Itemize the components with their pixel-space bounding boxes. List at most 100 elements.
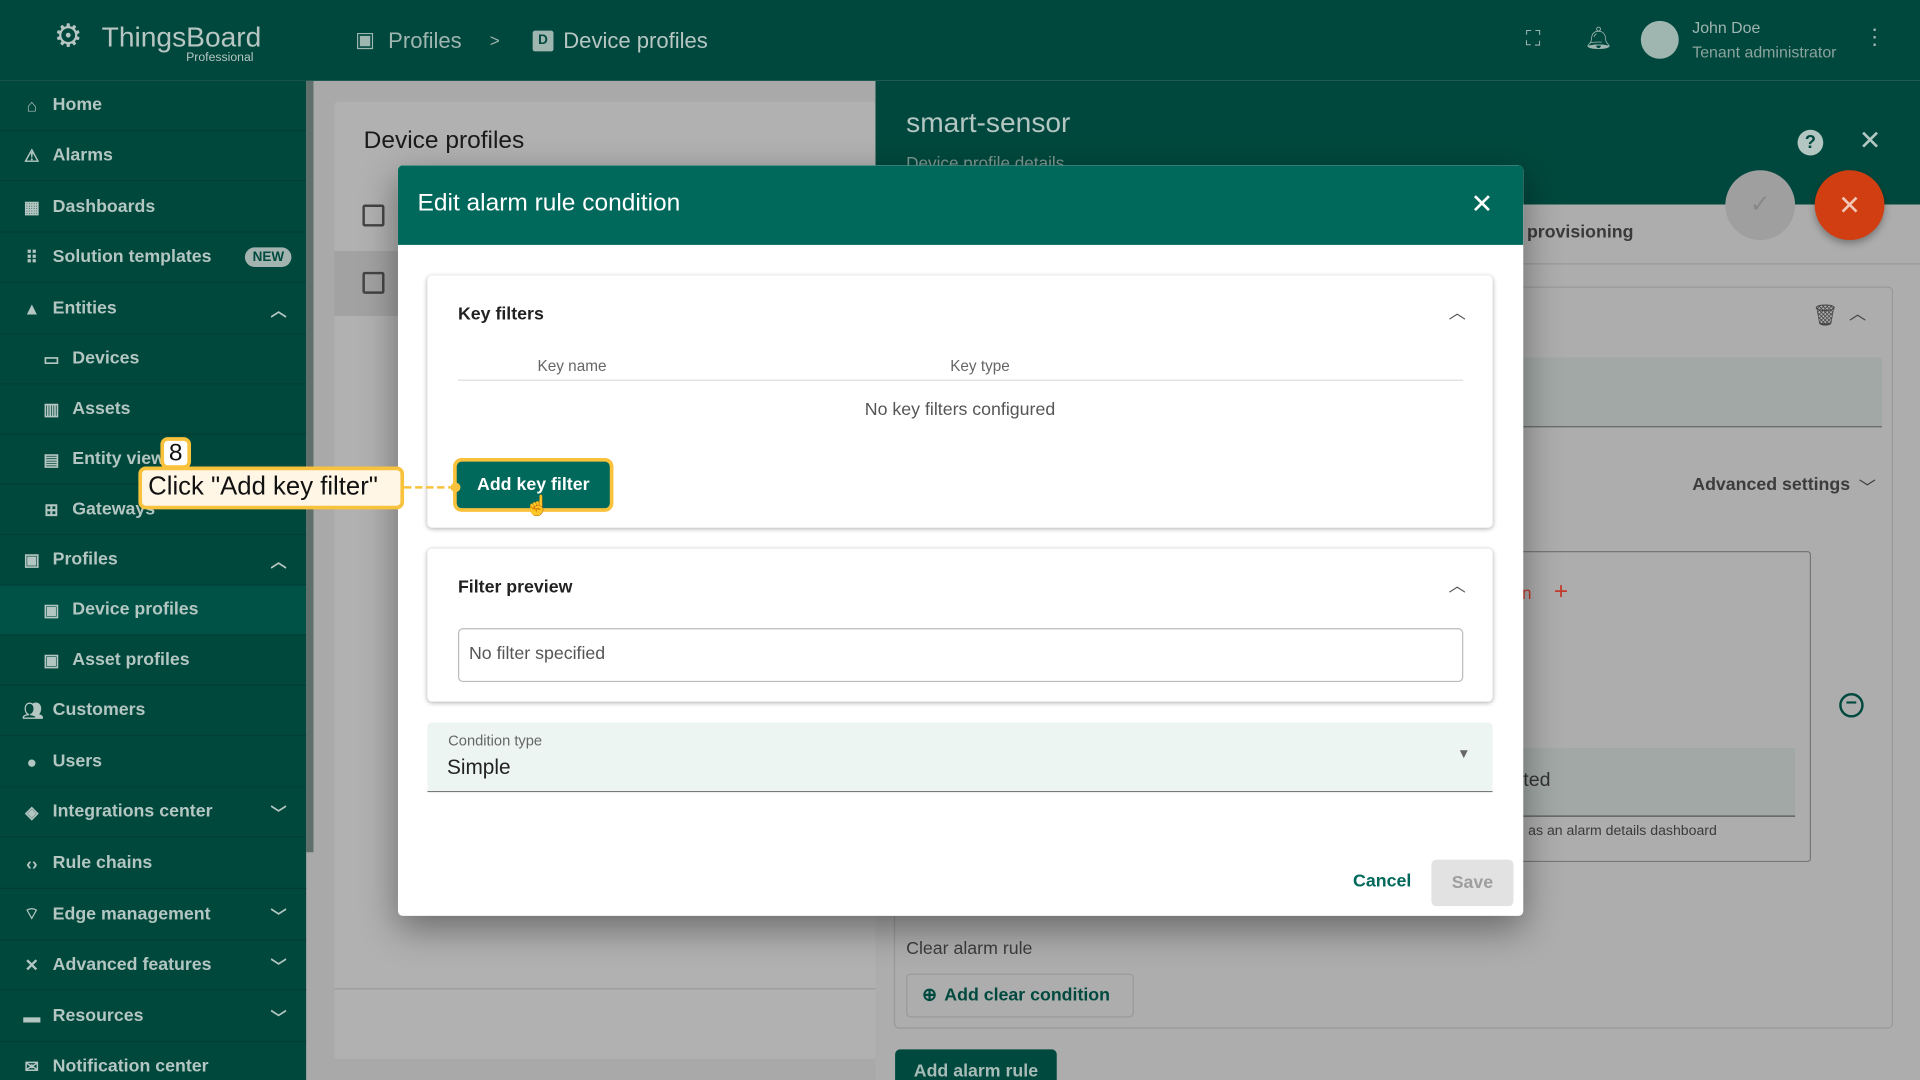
top-bar: ⚙ ThingsBoard Professional ▣ Profiles > …: [0, 0, 1920, 81]
chevron-up-icon[interactable]: ︿: [1849, 301, 1866, 325]
assets-icon: ▥: [43, 398, 60, 419]
chevron-down-icon: ﹀: [270, 906, 287, 926]
cancel-button[interactable]: Cancel: [1353, 872, 1411, 892]
add-alarm-rule-button[interactable]: Add alarm rule: [895, 1049, 1057, 1080]
chevron-down-icon: ﹀: [270, 1008, 287, 1027]
alarm-type-field[interactable]: [1518, 357, 1883, 428]
dashboard-field[interactable]: ted: [1518, 748, 1796, 817]
step-number-badge: 8: [160, 437, 192, 469]
sidebar-item-label: Notification center: [52, 1056, 209, 1077]
sidebar-item-users[interactable]: ● Users: [0, 737, 307, 788]
user-role: Tenant administrator: [1692, 42, 1837, 62]
key-filters-title: Key filters: [457, 304, 544, 325]
breadcrumb-profiles[interactable]: Profiles: [388, 28, 462, 54]
sidebar-item-label: Solution templates: [52, 247, 212, 267]
sidebar-item-label: Devices: [72, 348, 140, 369]
annotation-connector: [404, 486, 456, 489]
sidebar-item-rule-chains[interactable]: ‹› Rule chains: [0, 839, 307, 889]
sidebar-item-customers[interactable]: 👥︎ Customers: [0, 686, 307, 736]
annotation-callout: Click "Add key filter": [138, 466, 405, 510]
sidebar-item-label: Home: [52, 95, 102, 116]
apply-changes-button[interactable]: ✓: [1725, 170, 1796, 241]
sidebar-item-dashboards[interactable]: ▦ Dashboards: [0, 182, 307, 233]
edge-icon: ⌔: [23, 903, 40, 924]
sidebar-item-label: Customers: [52, 700, 146, 721]
dashboard-field-value: ted: [1523, 770, 1551, 792]
filter-preview-field: No filter specified: [457, 628, 1464, 683]
add-clear-condition-button[interactable]: ⊕ Add clear condition: [906, 973, 1134, 1018]
empty-key-filters-text: No key filters configured: [864, 400, 1056, 421]
sidebar-item-label: Assets: [72, 399, 131, 419]
sidebar-item-solution-templates[interactable]: ⠿ Solution templates NEW: [0, 233, 307, 283]
delete-icon[interactable]: 🗑︎: [1812, 304, 1838, 328]
sidebar-item-advanced-features[interactable]: ✕ Advanced features ﹀: [0, 940, 307, 991]
gateway-icon: ⊞: [44, 498, 59, 519]
sidebar-item-integrations-center[interactable]: ◈ Integrations center ﹀: [0, 787, 307, 838]
sidebar-item-label: Advanced features: [52, 955, 212, 975]
chevron-down-icon: ﹀: [1858, 477, 1876, 498]
help-icon[interactable]: ?: [1797, 129, 1824, 156]
dropdown-arrow-icon: ▼: [1457, 746, 1471, 762]
filter-preview-title: Filter preview: [457, 577, 573, 598]
breadcrumb-separator: >: [489, 30, 500, 51]
sidebar-item-edge-management[interactable]: ⌔ Edge management ﹀: [0, 890, 307, 941]
notifications-bell-icon[interactable]: 🔔︎: [1584, 26, 1612, 52]
key-filters-panel: Key filters ︿ Key name Key type No key f…: [427, 275, 1493, 528]
close-details-icon[interactable]: ✕: [1859, 125, 1882, 157]
sidebar-item-resources[interactable]: ▬ Resources ﹀: [0, 992, 307, 1043]
condition-type-select[interactable]: Condition type Simple ▼: [427, 722, 1493, 793]
sidebar-item-label: Alarms: [52, 145, 113, 166]
dialog-title: Edit alarm rule condition: [417, 189, 681, 217]
chevron-up-icon: ︿: [270, 300, 287, 319]
sidebar-item-home[interactable]: ⌂ Home: [0, 81, 307, 132]
user-icon: ●: [26, 751, 38, 772]
new-badge: NEW: [245, 247, 292, 267]
filter-preview-panel: Filter preview ︿ No filter specified: [427, 548, 1493, 702]
devices-icon: ▭: [43, 348, 60, 368]
sidebar-item-entities[interactable]: ▲ Entities ︿: [0, 284, 307, 335]
tab-transport-provisioning[interactable]: provisioning: [1527, 223, 1634, 243]
annotation-dot: [450, 482, 461, 493]
collapse-key-filters-icon[interactable]: ︿: [1449, 300, 1466, 324]
breadcrumb-device-profiles[interactable]: Device profiles: [563, 28, 708, 54]
sidebar-item-label: Integrations center: [52, 802, 213, 822]
rule-chain-icon: ‹›: [26, 853, 38, 874]
remove-condition-icon[interactable]: −: [1839, 693, 1864, 718]
partial-text: n: [1522, 582, 1532, 603]
pointer-cursor-icon: ☝: [525, 495, 550, 517]
avatar[interactable]: [1640, 20, 1679, 59]
close-dialog-icon[interactable]: ✕: [1471, 189, 1494, 221]
sidebar-item-label: Profiles: [52, 549, 118, 570]
fullscreen-icon[interactable]: ⛶: [1526, 27, 1541, 51]
profiles-icon: ▣: [355, 28, 375, 52]
user-name: John Doe: [1692, 18, 1761, 37]
sidebar-item-alarms[interactable]: ⚠ Alarms: [0, 131, 307, 182]
select-all-checkbox[interactable]: [362, 204, 385, 227]
integrations-icon: ◈: [25, 801, 39, 822]
sidebar-item-profiles[interactable]: ▣ Profiles ︿: [0, 535, 307, 586]
dialog-header: Edit alarm rule condition ✕: [397, 165, 1524, 245]
sidebar-item-label: Rule chains: [52, 853, 153, 874]
save-button[interactable]: Save: [1431, 859, 1514, 907]
condition-type-label: Condition type: [448, 732, 543, 750]
sidebar-item-assets[interactable]: ▥ Assets: [0, 384, 307, 435]
row-checkbox[interactable]: [362, 271, 385, 294]
sidebar-item-devices[interactable]: ▭ Devices: [0, 334, 307, 385]
logo-text: ThingsBoard: [101, 20, 262, 53]
sidebar-item-notification-center[interactable]: ✉ Notification center: [0, 1042, 306, 1080]
sidebar-item-asset-profiles[interactable]: ▣ Asset profiles: [0, 636, 307, 686]
dashboard-hint: as an alarm details dashboard: [1528, 824, 1717, 839]
device-profile-icon: D: [532, 30, 554, 52]
details-title: smart-sensor: [906, 106, 1071, 139]
alarm-icon: ⚠: [24, 145, 40, 165]
discard-changes-button[interactable]: ✕: [1814, 170, 1885, 241]
advanced-settings-toggle[interactable]: Advanced settings: [1692, 475, 1850, 495]
sidebar-item-device-profiles[interactable]: ▣ Device profiles: [0, 585, 307, 636]
add-icon[interactable]: +: [1554, 578, 1568, 606]
add-circle-icon: ⊕: [922, 985, 937, 1006]
more-menu-icon[interactable]: ⋮: [1864, 24, 1886, 50]
entities-icon: ▲: [23, 298, 41, 319]
asset-profile-icon: ▣: [43, 649, 60, 670]
collapse-filter-preview-icon[interactable]: ︿: [1449, 573, 1466, 597]
customers-icon: 👥︎: [22, 699, 44, 720]
